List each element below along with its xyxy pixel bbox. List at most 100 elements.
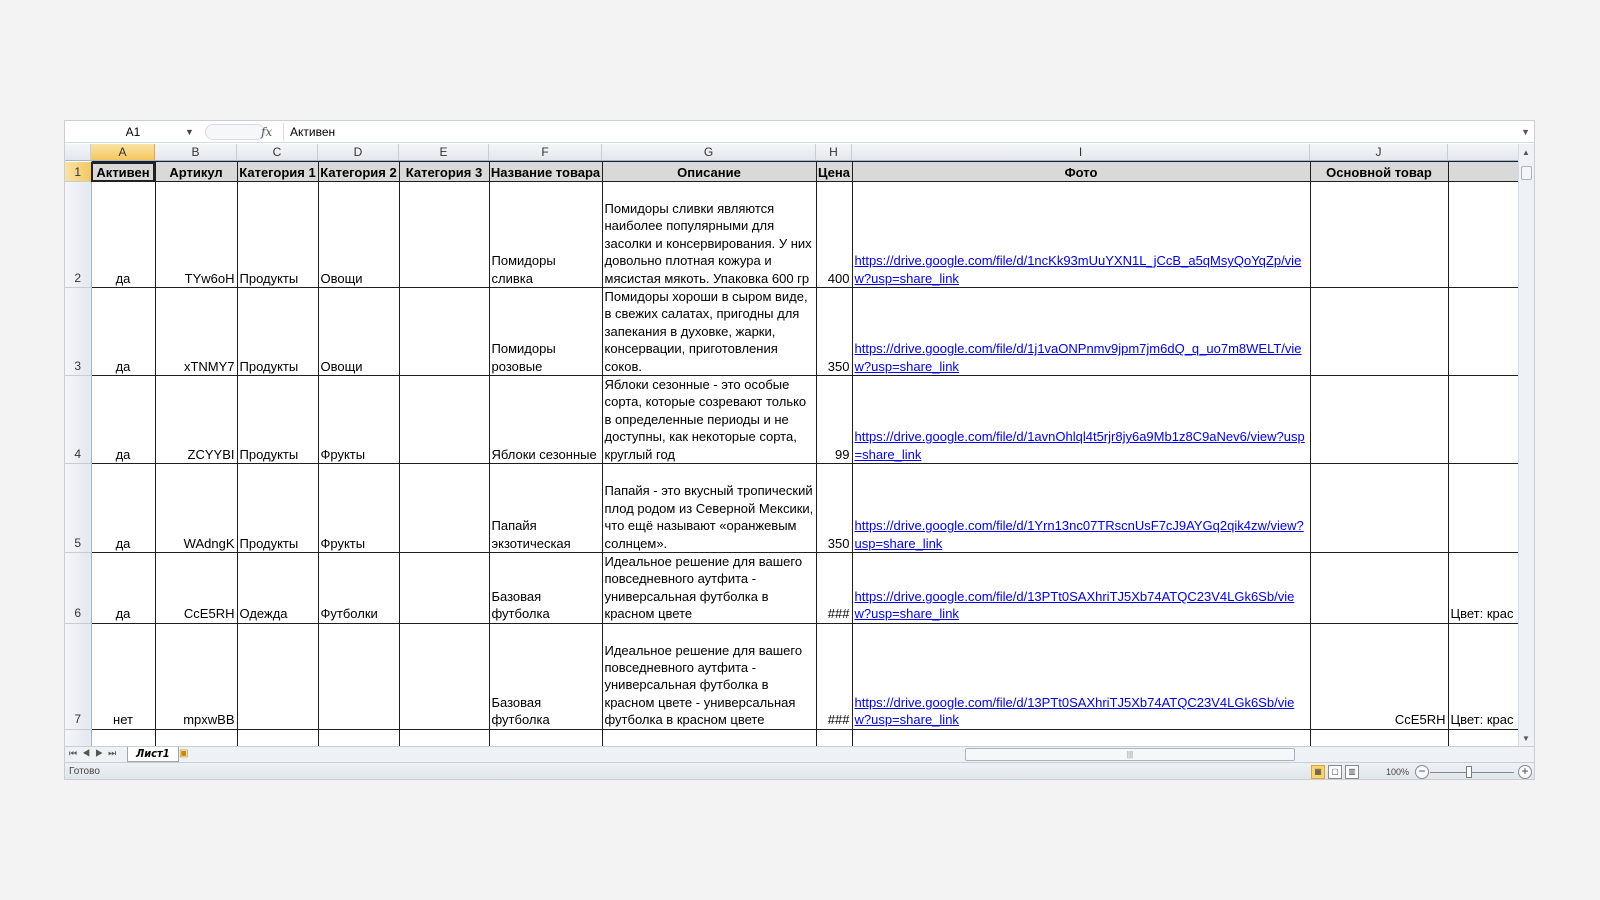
cell-category-2[interactable]: Овощи — [317, 181, 400, 288]
sheet-tab[interactable]: Лист1 — [127, 747, 179, 762]
cell-photo[interactable]: https://drive.google.com/file/d/1ncKk93m… — [851, 181, 1311, 288]
cell-price[interactable]: 400 — [815, 181, 853, 288]
page-break-icon[interactable]: ▥ — [1345, 765, 1359, 779]
cell-product-name[interactable]: Базовая футболка — [488, 552, 603, 624]
cell-category-2[interactable]: Категория 2 — [317, 161, 400, 182]
cell-photo[interactable] — [851, 728, 1311, 746]
cell-product-name[interactable]: Помидоры розовые — [488, 286, 603, 377]
chevron-down-icon[interactable]: ▼ — [185, 123, 194, 141]
cell-category-2[interactable] — [317, 728, 400, 746]
cell-extra[interactable] — [1447, 161, 1519, 182]
cell-category-3[interactable] — [398, 728, 490, 746]
row-header[interactable]: 6 — [65, 552, 92, 624]
column-header-product-name[interactable]: F — [489, 144, 602, 160]
cell-main-product[interactable]: Основной товар — [1309, 161, 1449, 182]
name-box[interactable]: A1 — [65, 123, 201, 141]
normal-view-icon[interactable]: ▦ — [1311, 765, 1325, 779]
cell-active[interactable]: да — [90, 463, 156, 554]
cell-sku[interactable]: Артикул — [154, 161, 238, 182]
column-header-price[interactable]: H — [816, 144, 852, 160]
cell-price[interactable]: ### — [815, 622, 853, 730]
cell-category-3[interactable] — [398, 622, 490, 730]
cell-sku[interactable]: TYw6oH — [154, 181, 238, 288]
scroll-down-icon[interactable]: ▼ — [1522, 734, 1530, 743]
cell-category-1[interactable]: Категория 1 — [236, 161, 319, 182]
cell-main-product[interactable] — [1309, 286, 1449, 377]
cell-category-2[interactable]: Фрукты — [317, 463, 400, 554]
cell-category-3[interactable] — [398, 552, 490, 624]
cell-active[interactable]: Активен — [90, 161, 156, 182]
cell-category-1[interactable] — [236, 728, 319, 746]
row-header[interactable]: 1 — [65, 161, 92, 182]
row-header[interactable]: 5 — [65, 463, 92, 554]
column-header-extra[interactable] — [1448, 144, 1519, 160]
cell-product-name[interactable] — [488, 728, 603, 746]
cell-product-name[interactable]: Базовая футболка — [488, 622, 603, 730]
cell-photo[interactable]: https://drive.google.com/file/d/1j1vaONP… — [851, 286, 1311, 377]
cell-sku[interactable]: ZCYYBI — [154, 375, 238, 465]
cell-price[interactable]: 350 — [815, 286, 853, 377]
zoom-slider-thumb[interactable] — [1466, 766, 1472, 778]
cell-category-3[interactable] — [398, 181, 490, 288]
row-header[interactable]: 2 — [65, 181, 92, 288]
insert-sheet-icon[interactable]: ▣ — [179, 748, 188, 759]
cell-sku[interactable]: xTNMY7 — [154, 286, 238, 377]
sheet-nav-arrows-icon[interactable]: ⏮◀▶⏭ — [69, 748, 121, 759]
cell-photo[interactable]: https://drive.google.com/file/d/1avnOhlq… — [851, 375, 1311, 465]
cell-price[interactable]: ### — [815, 552, 853, 624]
row-header[interactable]: 3 — [65, 287, 92, 377]
cell-price[interactable] — [815, 728, 853, 746]
row-header[interactable]: 4 — [65, 375, 92, 465]
cell-category-1[interactable]: Продукты — [236, 375, 319, 465]
cell-product-name[interactable]: Название товара — [488, 161, 603, 182]
cell-extra[interactable] — [1447, 286, 1519, 377]
cell-extra[interactable] — [1447, 463, 1519, 554]
cell-price[interactable]: 99 — [815, 375, 853, 465]
cell-category-3[interactable] — [398, 375, 490, 465]
cell-category-2[interactable] — [317, 622, 400, 730]
cell-active[interactable]: да — [90, 286, 156, 377]
cell-extra[interactable]: Цвет: крас — [1447, 622, 1519, 730]
column-header-description[interactable]: G — [602, 144, 816, 160]
cell-category-1[interactable]: Продукты — [236, 286, 319, 377]
cell-photo[interactable]: https://drive.google.com/file/d/13PTt0SA… — [851, 552, 1311, 624]
cell-description[interactable]: Описание — [601, 161, 817, 182]
photo-link[interactable]: https://drive.google.com/file/d/1j1vaONP… — [855, 341, 1302, 373]
cell-sku[interactable]: mpxwBB — [154, 622, 238, 730]
zoom-slider[interactable] — [1430, 772, 1514, 773]
cell-active[interactable]: нет — [90, 622, 156, 730]
select-all-corner[interactable] — [65, 144, 91, 160]
cell-extra[interactable]: Цвет: крас — [1447, 552, 1519, 624]
cell-sku[interactable]: WAdngK — [154, 463, 238, 554]
scroll-up-icon[interactable]: ▲ — [1522, 148, 1530, 157]
cell-category-2[interactable]: Овощи — [317, 286, 400, 377]
cell-product-name[interactable]: Папайя экзотическая — [488, 463, 603, 554]
cell-category-3[interactable] — [398, 286, 490, 377]
cell-category-1[interactable]: Продукты — [236, 181, 319, 288]
horizontal-scrollbar[interactable]: ||| — [943, 748, 1503, 761]
scroll-thumb[interactable] — [1521, 166, 1532, 180]
column-header-photo[interactable]: I — [852, 144, 1310, 160]
column-header-category-1[interactable]: C — [237, 144, 318, 160]
cell-price[interactable]: 350 — [815, 463, 853, 554]
column-header-active[interactable]: A — [91, 144, 155, 160]
cell-extra[interactable] — [1447, 375, 1519, 465]
cell-main-product[interactable] — [1309, 375, 1449, 465]
cell-price[interactable]: Цена — [815, 161, 853, 182]
photo-link[interactable]: https://drive.google.com/file/d/1avnOhlq… — [855, 429, 1305, 461]
cell-category-2[interactable]: Фрукты — [317, 375, 400, 465]
zoom-in-icon[interactable]: + — [1518, 765, 1532, 779]
cell-photo[interactable]: Фото — [851, 161, 1311, 182]
cell-sku[interactable]: CcE5RH — [154, 552, 238, 624]
cell-main-product[interactable] — [1309, 728, 1449, 746]
cell-description[interactable]: Идеальное решение для вашего повседневно… — [601, 552, 817, 624]
cell-category-1[interactable]: Продукты — [236, 463, 319, 554]
vertical-scrollbar[interactable]: ▲ ▼ — [1518, 144, 1534, 746]
photo-link[interactable]: https://drive.google.com/file/d/1ncKk93m… — [855, 253, 1302, 285]
column-header-sku[interactable]: B — [155, 144, 237, 160]
column-header-main-product[interactable]: J — [1310, 144, 1448, 160]
cell-description[interactable] — [601, 728, 817, 746]
cell-category-3[interactable]: Категория 3 — [398, 161, 490, 182]
cell-active[interactable] — [90, 728, 156, 746]
photo-link[interactable]: https://drive.google.com/file/d/1Yrn13nc… — [855, 518, 1304, 550]
